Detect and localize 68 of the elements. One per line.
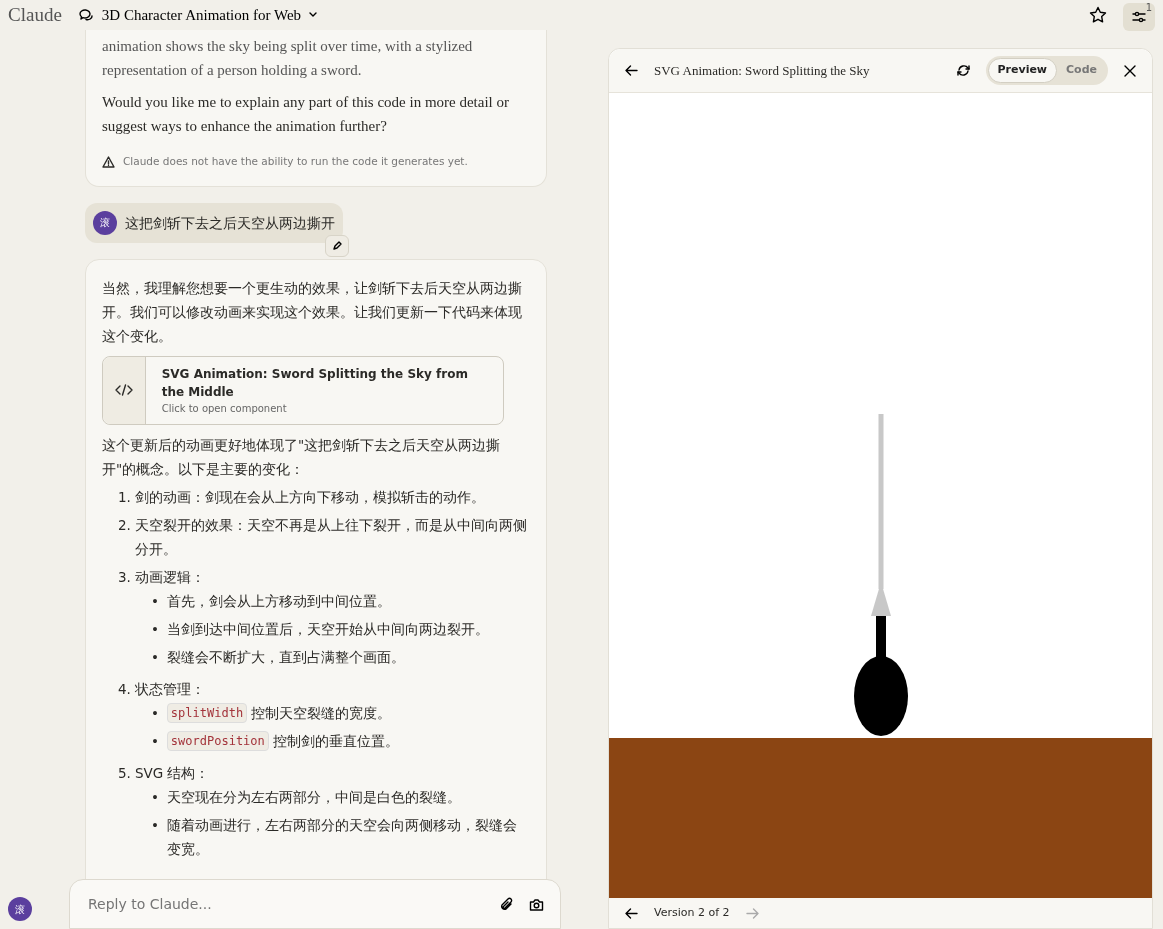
bullet: •	[150, 591, 159, 611]
bullet: •	[150, 619, 159, 639]
artifact-card[interactable]: SVG Animation: Sword Splitting the Sky from the Middle Click to open component	[102, 355, 504, 425]
code-icon	[113, 383, 134, 398]
conversation-title-button[interactable]: 3D Character Animation for Web	[77, 6, 318, 24]
paperclip-icon	[499, 896, 513, 912]
reply-field[interactable]: Reply to Claude...	[69, 879, 561, 929]
list-item-text: 天空裂开的效果：天空不再是从上往下裂开，而是从中间向两侧分开。	[134, 515, 528, 559]
disclaimer-text: Claude does not have the ability to run the code it generates yet.	[123, 154, 468, 169]
version-label: Version 2 of 2	[654, 904, 730, 921]
bullet: •	[150, 787, 159, 807]
reply-input[interactable]: Reply to Claude...	[86, 892, 483, 916]
star-icon	[1089, 6, 1107, 24]
warning-icon	[102, 155, 115, 168]
bullet: •	[150, 703, 159, 723]
previous-version-button[interactable]	[625, 907, 638, 919]
user-avatar: 滚	[8, 897, 32, 921]
list-item-text: 状态管理：	[134, 679, 206, 699]
refresh-button[interactable]	[956, 64, 970, 77]
list-item-text: 天空现在分为左右两部分，中间是白色的裂缝。	[166, 787, 461, 807]
list-number: 3.	[118, 567, 131, 587]
code-snippet: splitWidth	[166, 702, 248, 723]
chat-bubbles-icon	[77, 7, 94, 23]
arrow-left-icon	[625, 907, 638, 919]
list-item-text: 随着动画进行，左右两部分的天空会向两侧移动，裂缝会变宽。	[166, 815, 518, 859]
close-icon	[1124, 64, 1136, 77]
list-item-text: 当剑到达中间位置后，天空开始从中间向两边裂开。	[166, 619, 489, 639]
bullet: •	[150, 647, 159, 667]
list-number: 1.	[118, 487, 131, 507]
list-item-text: 首先，剑会从上方移动到中间位置。	[166, 591, 391, 611]
list-item-text: 裂缝会不断扩大，直到占满整个画面。	[166, 647, 405, 667]
chevron-down-icon	[309, 12, 318, 18]
refresh-icon	[956, 64, 970, 77]
reply-paragraph: animation shows the sky being split over time, with a stylized representation of a person holding a sword.	[102, 37, 474, 80]
brand-logo: Claude	[8, 2, 62, 27]
pencil-icon	[332, 240, 342, 251]
list-item-text: 控制天空裂缝的宽度。	[251, 703, 392, 723]
camera-icon	[529, 897, 544, 911]
close-button[interactable]	[1124, 64, 1136, 77]
code-snippet: swordPosition	[166, 730, 269, 751]
notification-count: 1	[1145, 3, 1152, 13]
sliders-icon	[1131, 10, 1147, 24]
back-button[interactable]	[625, 65, 638, 76]
user-avatar: 滚	[93, 210, 117, 235]
settings-button[interactable]: 1	[1123, 3, 1155, 31]
list-number: 2.	[118, 515, 131, 535]
list-item-text: 控制剑的垂直位置。	[272, 731, 399, 751]
reply-paragraph: 当然，我理解您想要一个更生动的效果，让剑斩下去后天空从两边撕开。我们可以修改动画来实现这个效果。让我们更新一下代码来体现这个变化。	[102, 278, 523, 346]
attach-button[interactable]	[499, 896, 513, 912]
screenshot-button[interactable]	[529, 897, 544, 911]
user-message-text: 这把剑斩下去之后天空从两边撕开	[125, 213, 335, 233]
list-number: 4.	[118, 679, 131, 699]
bullet: •	[150, 815, 159, 835]
star-button[interactable]	[1089, 6, 1107, 24]
list-item-text: 剑的动画：剑现在会从上方向下移动，模拟斩击的动作。	[134, 487, 486, 507]
edit-button[interactable]	[325, 234, 349, 257]
arrow-left-icon	[625, 65, 638, 76]
reply-paragraph: Would you like me to explain any part of this code in more detail or suggest ways to enhance the animation further?	[102, 93, 511, 136]
view-tab[interactable]: Preview	[987, 58, 1058, 83]
bullet: •	[150, 731, 159, 751]
list-number: 5.	[118, 763, 131, 783]
artifact-subtitle: Click to open component	[161, 401, 288, 416]
artifact-title: SVG Animation: Sword Splitting the Sky	[654, 61, 871, 80]
artifact-title: SVG Animation: Sword Splitting the Sky from the Middle	[161, 365, 469, 401]
reply-paragraph: 这个更新后的动画更好地体现了"这把剑斩下去之后天空从两边撕开"的概念。以下是主要的变化：	[102, 435, 502, 479]
arrow-right-icon	[745, 907, 759, 919]
list-item-text: 动画逻辑：	[134, 567, 206, 587]
list-item-text: SVG 结构：	[134, 763, 211, 783]
